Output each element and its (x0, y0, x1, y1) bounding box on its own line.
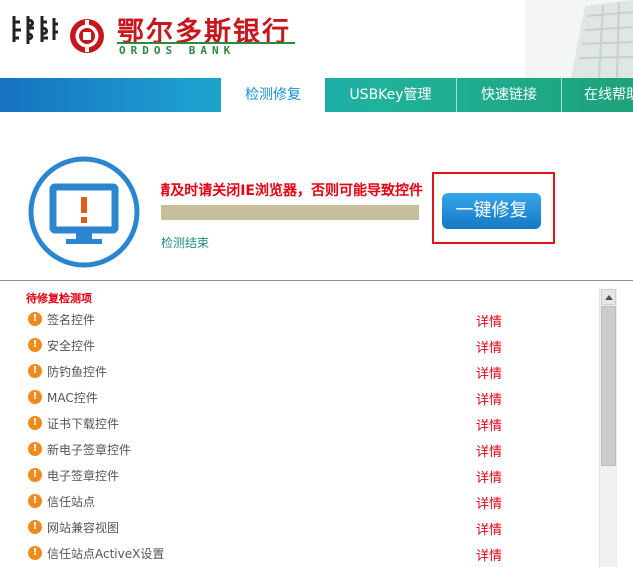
details-link[interactable]: 详情 (476, 441, 502, 460)
list-item: ! 信任站点ActiveX设置 详情 (28, 543, 548, 564)
details-link[interactable]: 详情 (476, 389, 502, 408)
warning-message: 提示：修复过程中请及时请关闭IE浏览器，否则可能导致控件 (161, 183, 423, 199)
warning-icon: ! (28, 494, 42, 508)
divider (0, 280, 633, 281)
details-link[interactable]: 详情 (476, 363, 502, 382)
mongolian-script-logo (12, 16, 58, 44)
details-link[interactable]: 详情 (476, 311, 502, 330)
details-link[interactable]: 详情 (476, 545, 502, 564)
list-item: ! 防钓鱼控件 详情 (28, 361, 548, 382)
warning-icon: ! (28, 546, 42, 560)
tab-detect-repair[interactable]: 检测修复 (221, 78, 325, 112)
list-item: ! 安全控件 详情 (28, 335, 548, 356)
scroll-thumb[interactable] (601, 306, 616, 466)
pending-items-title: 待修复检测项 (26, 292, 92, 305)
header: 鄂尔多斯银行 ORDOS BANK (0, 0, 633, 78)
list-item: ! 证书下载控件 详情 (28, 413, 548, 434)
one-click-fix-button[interactable]: 一键修复 (442, 193, 541, 229)
bank-name-en: ORDOS BANK (119, 44, 236, 57)
bank-logo-icon (70, 19, 104, 53)
warning-icon: ! (28, 442, 42, 456)
progress-fill (161, 205, 419, 220)
item-label: 安全控件 (47, 339, 96, 353)
list-item: ! 签名控件 详情 (28, 309, 548, 330)
warning-icon: ! (28, 416, 42, 430)
scroll-up-button[interactable] (601, 289, 616, 305)
progress-bar (161, 205, 419, 220)
list-item: ! 信任站点 详情 (28, 491, 548, 512)
warning-icon: ! (28, 390, 42, 404)
details-link[interactable]: 详情 (476, 415, 502, 434)
list-item: ! MAC控件 详情 (28, 387, 548, 408)
details-link[interactable]: 详情 (476, 337, 502, 356)
item-label: 网站兼容视图 (47, 521, 120, 535)
list-item: ! 网站兼容视图 详情 (28, 517, 548, 538)
item-label: 证书下载控件 (47, 417, 120, 431)
details-link[interactable]: 详情 (476, 467, 502, 486)
warning-icon: ! (28, 338, 42, 352)
building-graphic (525, 0, 633, 78)
details-link[interactable]: 详情 (476, 493, 502, 512)
status-text: 检测结束 (161, 236, 210, 250)
warning-icon: ! (28, 364, 42, 378)
details-link[interactable]: 详情 (476, 519, 502, 538)
scrollbar[interactable] (599, 289, 617, 567)
main-nav: 检测修复 USBKey管理 快速链接 在线帮助 (0, 78, 633, 112)
warning-icon: ! (28, 312, 42, 326)
item-label: 信任站点ActiveX设置 (47, 547, 165, 561)
item-label: 新电子签章控件 (47, 443, 132, 457)
tab-usbkey-manage[interactable]: USBKey管理 (325, 78, 456, 112)
list-item: ! 电子签章控件 详情 (28, 465, 548, 486)
item-label: MAC控件 (47, 391, 98, 405)
monitor-warning-icon (28, 156, 140, 268)
list-item: ! 新电子签章控件 详情 (28, 439, 548, 460)
tab-quick-links[interactable]: 快速链接 (457, 78, 561, 112)
warning-icon: ! (28, 520, 42, 534)
item-label: 防钓鱼控件 (47, 365, 108, 379)
item-label: 签名控件 (47, 313, 96, 327)
tab-online-help[interactable]: 在线帮助 (562, 78, 633, 112)
item-label: 电子签章控件 (47, 469, 120, 483)
warning-icon: ! (28, 468, 42, 482)
item-label: 信任站点 (47, 495, 96, 509)
